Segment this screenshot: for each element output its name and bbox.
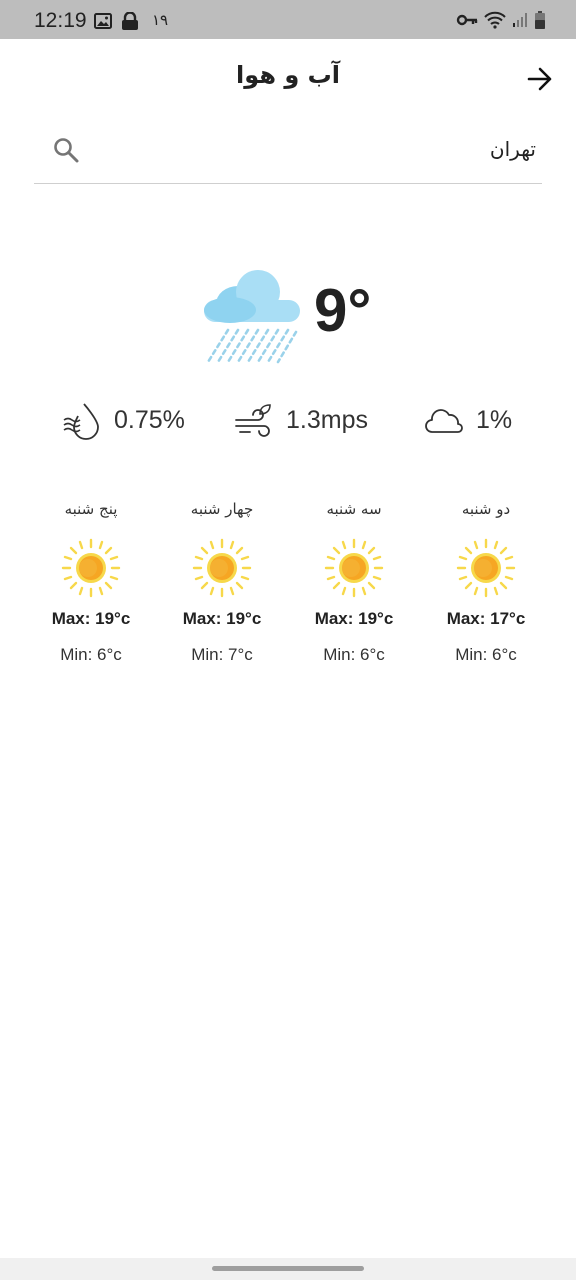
city-search-input[interactable] bbox=[114, 131, 538, 167]
sun-icon bbox=[324, 538, 384, 598]
sun-icon bbox=[192, 538, 252, 598]
app-toolbar: آب و هوا bbox=[0, 39, 576, 115]
city-search-bar bbox=[34, 115, 542, 184]
status-right-icons bbox=[456, 11, 546, 29]
forecast-max: Max: 19°c bbox=[314, 609, 394, 628]
status-bar: 12:19 ۱۹ bbox=[0, 0, 576, 39]
forecast-day: پنج شنبه Max: 19°c Min: 6°c bbox=[41, 500, 141, 665]
notification-count: ۱۹ bbox=[152, 11, 169, 29]
forecast-day: دو شنبه Max: 17°c Min: 6°c bbox=[436, 500, 536, 665]
image-icon bbox=[94, 13, 112, 29]
cloud-rain-icon bbox=[204, 270, 300, 364]
page-title: آب و هوا bbox=[236, 61, 340, 89]
vpn-key-icon bbox=[456, 14, 478, 26]
sun-icon bbox=[61, 538, 121, 598]
search-icon[interactable] bbox=[52, 136, 80, 164]
forecast-day-name: پنج شنبه bbox=[64, 500, 118, 518]
forecast-max: Max: 17°c bbox=[446, 609, 526, 628]
wind-stat: 1.3mps bbox=[234, 398, 368, 442]
wifi-icon bbox=[484, 11, 506, 29]
current-temperature: 9° bbox=[314, 277, 372, 344]
forecast-max: Max: 19°c bbox=[51, 609, 131, 628]
forecast-min: Min: 7°c bbox=[191, 645, 253, 664]
status-left-icons: ۱۹ bbox=[94, 11, 169, 30]
forecast-day-name: سه شنبه bbox=[326, 500, 382, 518]
status-time: 12:19 bbox=[34, 9, 87, 32]
cloud-value: 1% bbox=[476, 405, 513, 434]
cloud-icon bbox=[425, 409, 463, 433]
humidity-stat: 0.75% bbox=[62, 398, 185, 442]
forecast-day-name: چهار شنبه bbox=[190, 500, 254, 518]
lock-icon bbox=[122, 12, 138, 30]
humidity-icon bbox=[63, 403, 99, 440]
home-gesture-handle[interactable] bbox=[212, 1266, 364, 1271]
system-nav-bar bbox=[0, 1258, 576, 1280]
sun-icon bbox=[456, 538, 516, 598]
cloud-stat: 1% bbox=[424, 398, 512, 442]
forecast-min: Min: 6°c bbox=[455, 645, 517, 664]
forecast-day: چهار شنبه Max: 19°c Min: 7°c bbox=[172, 500, 272, 665]
forecast-min: Min: 6°c bbox=[60, 645, 122, 664]
forecast-day: سه شنبه Max: 19°c Min: 6°c bbox=[304, 500, 404, 665]
battery-icon bbox=[535, 11, 545, 29]
forecast-day-name: دو شنبه bbox=[461, 500, 511, 518]
wind-value: 1.3mps bbox=[286, 405, 368, 434]
wind-icon bbox=[235, 404, 271, 437]
signal-icon bbox=[513, 13, 527, 27]
forecast-min: Min: 6°c bbox=[323, 645, 385, 664]
humidity-value: 0.75% bbox=[114, 405, 185, 434]
forecast-max: Max: 19°c bbox=[182, 609, 262, 628]
back-arrow-icon[interactable] bbox=[526, 65, 554, 93]
